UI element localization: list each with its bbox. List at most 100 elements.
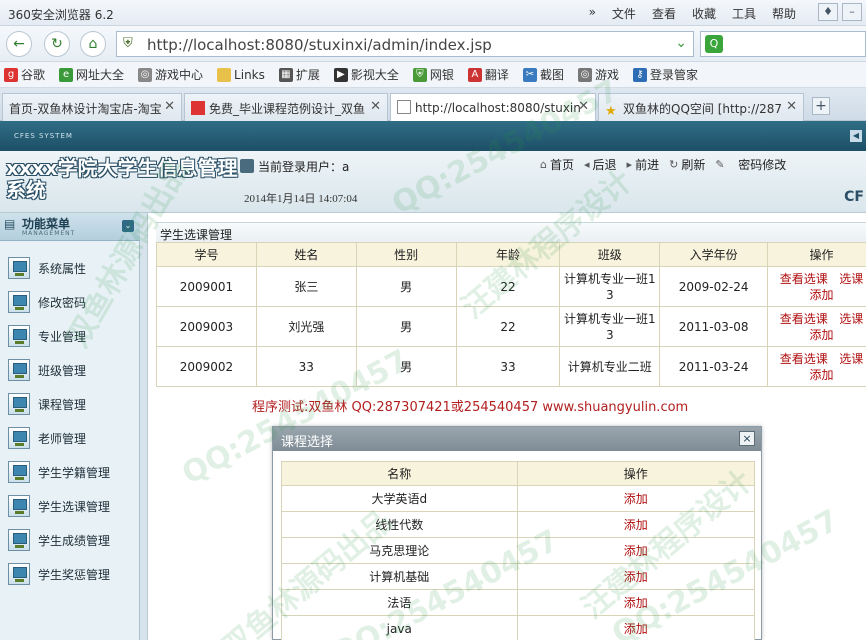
close-icon[interactable]: ✕ — [164, 99, 175, 114]
close-icon[interactable]: ✕ — [786, 99, 797, 114]
close-icon[interactable]: ✕ — [370, 99, 381, 114]
shield-icon: ⛨ — [412, 67, 427, 82]
cell-sex: 男 — [355, 306, 457, 347]
add-course-link[interactable]: 添加 — [516, 563, 756, 590]
sidebar-item-teacher[interactable]: 老师管理 — [8, 423, 134, 453]
menu-help[interactable]: 帮助 — [772, 5, 796, 22]
menu-file[interactable]: 文件 — [612, 5, 636, 22]
add-link[interactable]: 添加 — [810, 328, 834, 342]
monitor-user-icon — [8, 495, 30, 517]
menu-view[interactable]: 查看 — [652, 5, 676, 22]
collapse-icon[interactable]: ⌄ — [122, 220, 134, 232]
app-top-strip: CFES SYSTEM ◀ — [0, 121, 866, 151]
page-icon — [397, 100, 411, 114]
select-course-link[interactable]: 选课 — [839, 352, 863, 366]
nav-refresh[interactable]: ↻ 刷新 — [669, 156, 705, 173]
menu-favorites[interactable]: 收藏 — [692, 5, 716, 22]
favorite-games[interactable]: ◎ 游戏 — [577, 66, 619, 83]
dropdown-chevron-icon[interactable]: ⌄ — [675, 35, 687, 51]
add-course-link[interactable]: 添加 — [516, 511, 756, 538]
current-datetime: 2014年1月14日 14:07:04 — [244, 193, 358, 205]
search-input[interactable]: Q — [700, 31, 866, 57]
sidebar-item-change-password[interactable]: 修改密码 — [8, 287, 134, 317]
sidebar-item-system-properties[interactable]: 系统属性 — [8, 253, 134, 283]
tab-localhost[interactable]: http://localhost:8080/stuxin ✕ — [390, 93, 596, 121]
column-header: 性别 — [355, 242, 457, 267]
sidebar-item-student-status[interactable]: 学生学籍管理 — [8, 457, 134, 487]
sidebar-item-class[interactable]: 班级管理 — [8, 355, 134, 385]
refresh-icon: ↻ — [669, 158, 679, 171]
select-course-link[interactable]: 选课 — [839, 312, 863, 326]
sidebar-item-course-selection[interactable]: 学生选课管理 — [8, 491, 134, 521]
add-course-link[interactable]: 添加 — [516, 485, 756, 512]
skin-icon[interactable]: ♦ — [818, 3, 838, 21]
key-icon: ⚷ — [632, 67, 647, 82]
home-button[interactable]: ⌂ — [80, 31, 106, 57]
cell-class: 计算机专业二班 — [559, 346, 661, 387]
favorite-bank[interactable]: ⛨ 网银 — [412, 66, 454, 83]
collapse-arrow-icon[interactable]: ◀ — [850, 130, 862, 142]
favorite-extensions[interactable]: ▦ 扩展 — [278, 66, 320, 83]
close-icon[interactable]: ✕ — [578, 99, 589, 114]
favorite-game-center[interactable]: ◎ 游戏中心 — [138, 66, 203, 83]
column-header: 班级 — [559, 242, 661, 267]
sidebar-item-grades[interactable]: 学生成绩管理 — [8, 525, 134, 555]
favorite-screenshot[interactable]: ✂ 截图 — [522, 66, 564, 83]
add-link[interactable]: 添加 — [810, 288, 834, 302]
sidebar-splitter[interactable] — [140, 213, 148, 640]
nav-forward[interactable]: ▸ 前进 — [627, 156, 660, 173]
tab-free-design[interactable]: 免费_毕业课程范例设计_双鱼 ✕ — [184, 93, 388, 121]
url-field[interactable]: ⛨ http://localhost:8080/stuxinxi/admin/i… — [116, 31, 694, 57]
grid-icon: ▦ — [278, 67, 293, 82]
add-course-link[interactable]: 添加 — [516, 589, 756, 616]
favorite-login-manager[interactable]: ⚷ 登录管家 — [632, 66, 698, 83]
table-header-row: 学号 姓名 性别 年龄 班级 入学年份 操作 — [156, 242, 866, 267]
close-icon[interactable]: × — [739, 431, 755, 446]
minimize-icon[interactable]: – — [842, 3, 862, 21]
nav-back[interactable]: ◂ 后退 — [584, 156, 617, 173]
cell-id: 2009002 — [156, 346, 257, 387]
site-nav-icon: e — [59, 67, 74, 82]
nav-change-password[interactable]: ✎ 密码修改 — [715, 156, 786, 173]
view-selection-link[interactable]: 查看选课 — [780, 352, 828, 366]
scissors-icon: ✂ — [522, 67, 537, 82]
monitor-user-icon — [8, 529, 30, 551]
cell-name: 刘光强 — [255, 306, 357, 347]
favorite-google[interactable]: g 谷歌 — [4, 66, 45, 83]
add-course-link[interactable]: 添加 — [516, 537, 756, 564]
course-name: 大学英语d — [281, 485, 518, 512]
cell-class: 计算机专业一班1 3 — [559, 306, 661, 347]
monitor-user-icon — [8, 563, 30, 585]
chevron-double-right-icon[interactable]: » — [589, 5, 596, 22]
corner-logo: CF — [844, 189, 864, 205]
cell-ops: 查看选课 选课 添加 — [767, 306, 866, 347]
menu-tools[interactable]: 工具 — [732, 5, 756, 22]
view-selection-link[interactable]: 查看选课 — [780, 272, 828, 286]
favorite-translate[interactable]: A 翻译 — [467, 66, 509, 83]
favorite-links[interactable]: Links — [217, 67, 265, 82]
tab-qq-space[interactable]: ★ 双鱼林的QQ空间 [http://287 ✕ — [598, 93, 804, 121]
refresh-button[interactable]: ↻ — [44, 31, 70, 57]
table-row: 大学英语d 添加 — [281, 485, 756, 512]
cell-name: 张三 — [255, 266, 357, 307]
view-selection-link[interactable]: 查看选课 — [780, 312, 828, 326]
favorite-site-nav[interactable]: e 网址大全 — [59, 66, 124, 83]
cell-year: 2009-02-24 — [659, 266, 769, 307]
sidebar-item-major[interactable]: 专业管理 — [8, 321, 134, 351]
add-course-link[interactable]: 添加 — [516, 615, 756, 640]
new-tab-button[interactable]: + — [812, 97, 830, 115]
add-link[interactable]: 添加 — [810, 368, 834, 382]
cell-sex: 男 — [355, 266, 457, 307]
tab-taobao[interactable]: 首页-双鱼林设计淘宝店-淘宝 ✕ — [2, 93, 182, 121]
sidebar-item-rewards[interactable]: 学生奖惩管理 — [8, 559, 134, 589]
column-header: 年龄 — [455, 242, 561, 267]
home-icon: ⌂ — [540, 158, 547, 171]
search-engine-icon[interactable]: Q — [705, 35, 723, 53]
back-button[interactable]: ← — [6, 31, 32, 57]
favorite-video[interactable]: ▶ 影视大全 — [333, 66, 399, 83]
translate-icon: A — [467, 67, 482, 82]
select-course-link[interactable]: 选课 — [839, 272, 863, 286]
table-row: java 添加 — [281, 615, 756, 640]
sidebar-item-course[interactable]: 课程管理 — [8, 389, 134, 419]
nav-home[interactable]: ⌂ 首页 — [540, 156, 574, 173]
